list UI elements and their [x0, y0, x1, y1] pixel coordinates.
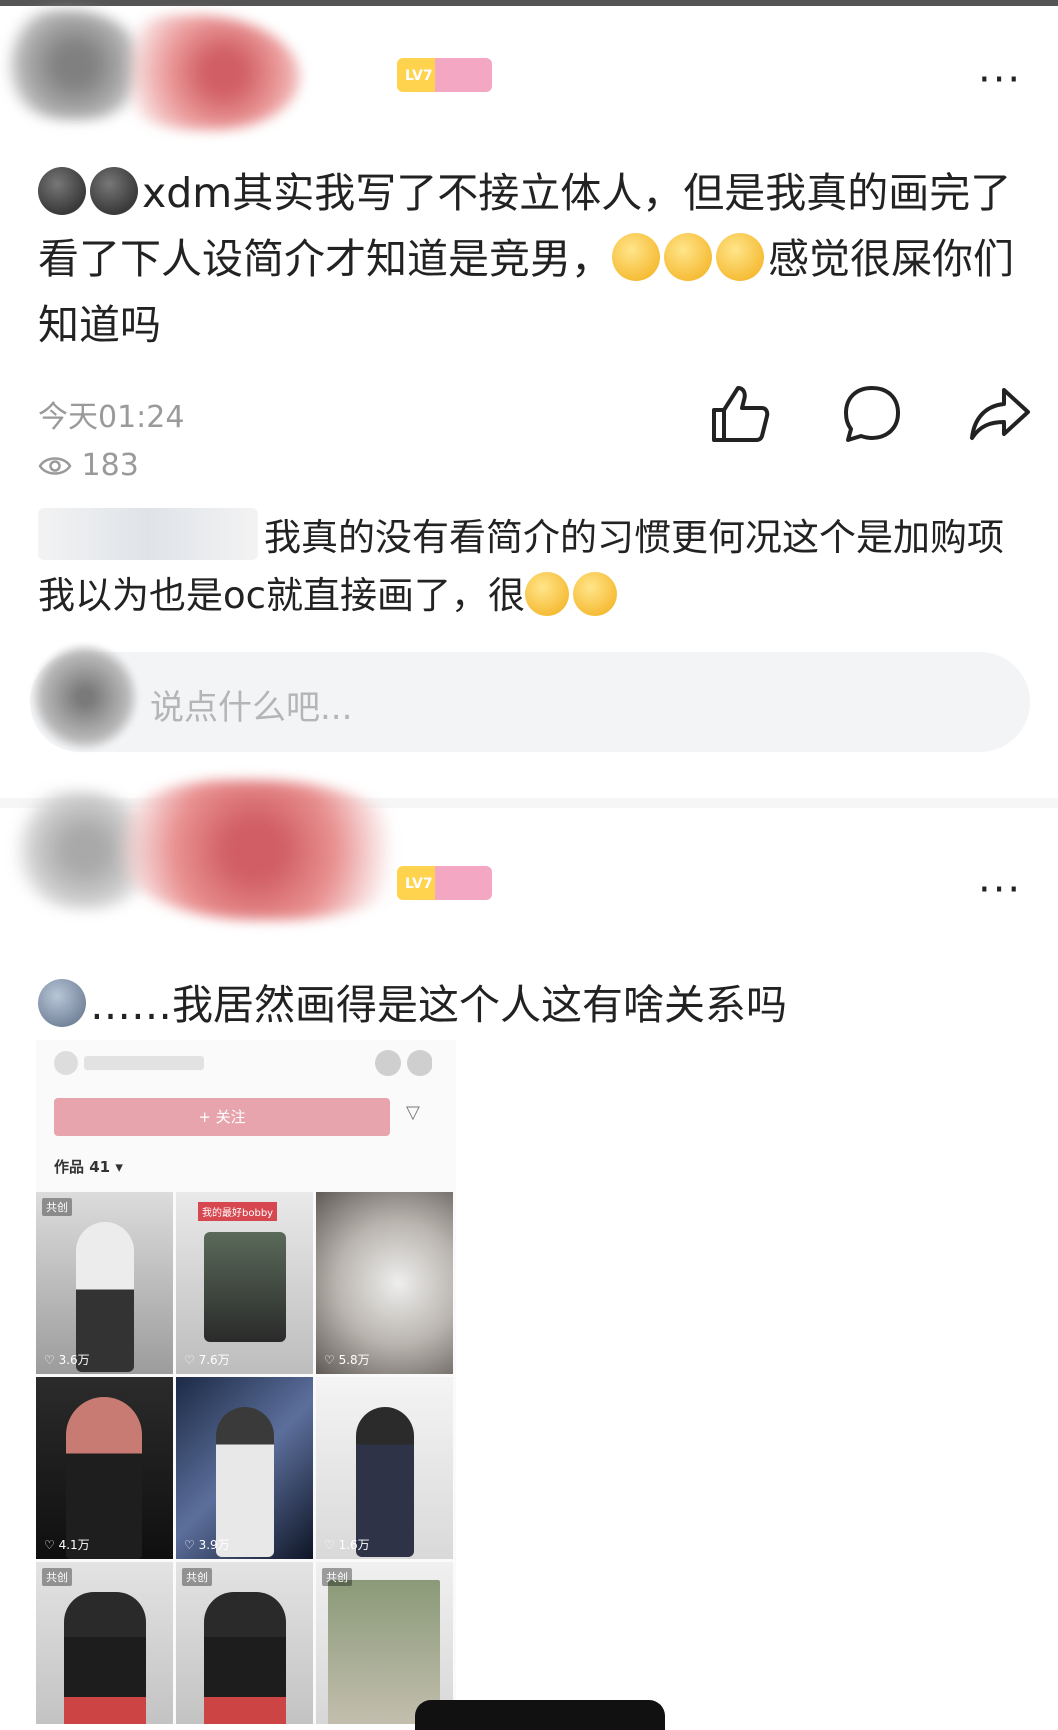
work-tag: 共创 [42, 1198, 72, 1216]
comment-input-placeholder: 说点什么吧... [150, 688, 353, 728]
work-tile: 我的最好bobby ♡ 7.6万 [176, 1192, 313, 1374]
like-button[interactable] [708, 382, 772, 446]
person-figure [204, 1592, 286, 1724]
sad-face-emoji-icon [664, 233, 712, 281]
redacted-commenter-name [38, 508, 258, 560]
sad-face-emoji-icon [572, 572, 617, 616]
status-bar-edge [0, 0, 1058, 6]
person-figure [66, 1397, 142, 1559]
work-tag: 共创 [322, 1568, 352, 1586]
share-arrow-icon [970, 388, 1030, 440]
person-figure [356, 1407, 414, 1557]
view-count: 183 [81, 448, 139, 483]
work-likes: ♡ 7.6万 [184, 1353, 230, 1367]
person-figure [64, 1592, 146, 1724]
dark-face-emoji-icon [90, 167, 138, 215]
post-1-views: 183 [38, 448, 139, 483]
post-1-time: 今天01:24 [38, 400, 185, 435]
work-tag: 我的最好bobby [198, 1202, 278, 1221]
work-tag: 共创 [182, 1568, 212, 1586]
work-tile: ♡ 5.8万 [316, 1192, 453, 1374]
work-tile: ♡ 1.6万 [316, 1377, 453, 1559]
level-badge: LV7 [397, 866, 492, 900]
attached-screenshot-image[interactable]: + 关注 ▽ 作品 41 ▾ 共创 ♡ 3.6万 我的最好bobby ♡ 7.6… [36, 1040, 456, 1724]
work-likes: ♡ 3.6万 [44, 1353, 90, 1367]
work-likes: ♡ 5.8万 [324, 1353, 370, 1367]
work-tag: 共创 [42, 1568, 72, 1586]
person-figure [76, 1222, 134, 1372]
post-2-text-content: ……我居然画得是这个人这有啥关系吗 [90, 981, 787, 1029]
work-tile: 共创 [176, 1562, 313, 1724]
home-indicator [415, 1700, 665, 1730]
work-likes: ♡ 3.9万 [184, 1538, 230, 1552]
redacted-username [110, 15, 300, 130]
level-badge-label: LV7 [405, 68, 433, 84]
work-tile: ♡ 4.1万 [36, 1377, 173, 1559]
more-icon[interactable]: ··· [978, 870, 1022, 910]
post-1-text: xdm其实我写了不接立体人，但是我真的画完了看了下人设简介才知道是竞男， 感觉很屎… [38, 160, 1028, 358]
comment-button[interactable] [840, 382, 904, 446]
level-badge-label: LV7 [405, 876, 433, 892]
dropdown-triangle-icon: ▽ [406, 1102, 420, 1123]
work-tile: ♡ 3.9万 [176, 1377, 313, 1559]
character-figure [204, 1232, 286, 1342]
person-figure [216, 1407, 274, 1557]
moon-face-emoji-icon [38, 979, 86, 1027]
profile-header-bar [54, 1050, 432, 1076]
redacted-user-avatar [30, 642, 140, 752]
follow-button: + 关注 [54, 1098, 390, 1136]
work-tile: 共创 ♡ 3.6万 [36, 1192, 173, 1374]
more-icon[interactable]: ··· [978, 60, 1022, 100]
sad-face-emoji-icon [524, 572, 569, 616]
work-tile: 共创 [36, 1562, 173, 1724]
works-count-label: 作品 41 ▾ [54, 1158, 123, 1176]
share-button[interactable] [968, 382, 1032, 446]
sad-face-emoji-icon [612, 233, 660, 281]
post-2-text: ……我居然画得是这个人这有啥关系吗 [38, 972, 1028, 1038]
sad-face-emoji-icon [716, 233, 764, 281]
eye-icon [38, 457, 72, 475]
work-likes: ♡ 4.1万 [44, 1538, 90, 1552]
comment-bubble-icon [844, 386, 900, 442]
thumbs-up-icon [712, 386, 770, 442]
comment-item: 我真的没有看简介的习惯更何况这个是加购项我以为也是oc就直接画了，很 [38, 508, 1028, 625]
dark-face-emoji-icon [38, 167, 86, 215]
work-likes: ♡ 1.6万 [324, 1538, 370, 1552]
level-badge: LV7 [397, 58, 492, 92]
